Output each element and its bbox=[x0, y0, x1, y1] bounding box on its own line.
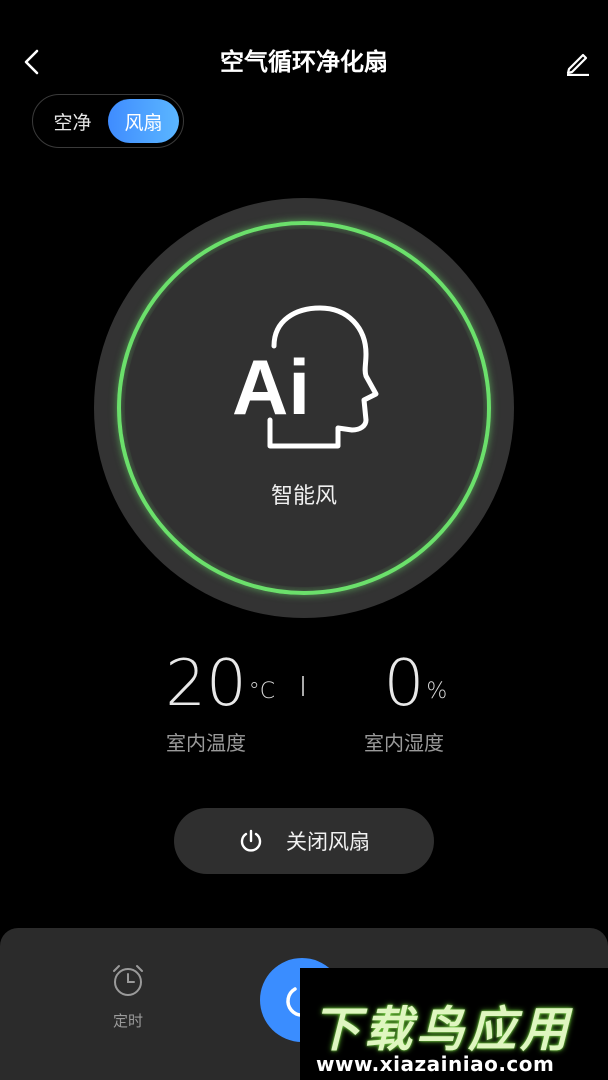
humidity-value: 0 bbox=[383, 647, 425, 721]
back-button[interactable] bbox=[14, 44, 50, 80]
chevron-left-icon bbox=[24, 49, 39, 75]
watermark-url: www.xiazainiao.com bbox=[316, 1052, 555, 1076]
humidity-unit: % bbox=[426, 679, 448, 704]
mode-toggle: 空净 风扇 bbox=[32, 94, 184, 148]
watermark-logo: 下载鸟应用 bbox=[312, 1002, 573, 1058]
page-title: 空气循环净化扇 bbox=[220, 48, 388, 76]
power-icon bbox=[240, 829, 262, 852]
mode-option-purify[interactable]: 空净 bbox=[37, 99, 108, 143]
edit-button[interactable] bbox=[560, 44, 596, 80]
alarm-clock-icon bbox=[113, 965, 143, 996]
current-mode-label: 智能风 bbox=[270, 484, 337, 509]
humidity-label: 室内湿度 bbox=[364, 731, 444, 755]
humidity-reading: 0% 室内湿度 bbox=[304, 645, 504, 756]
power-button-label: 关闭风扇 bbox=[286, 830, 370, 854]
temperature-reading: 20 °C 室内温度 bbox=[106, 645, 306, 756]
temperature-unit: °C bbox=[248, 679, 276, 704]
ai-head-icon: Ai bbox=[232, 305, 379, 449]
temperature-label: 室内温度 bbox=[166, 731, 246, 755]
timer-button[interactable]: 定时 bbox=[96, 962, 160, 1044]
ai-icon-text: Ai bbox=[232, 343, 310, 431]
temperature-value: 20 bbox=[165, 647, 247, 721]
mode-option-fan[interactable]: 风扇 bbox=[108, 99, 179, 143]
timer-label: 定时 bbox=[112, 1012, 143, 1030]
pencil-icon bbox=[566, 53, 589, 76]
power-off-fan-button[interactable]: 关闭风扇 bbox=[174, 808, 434, 874]
